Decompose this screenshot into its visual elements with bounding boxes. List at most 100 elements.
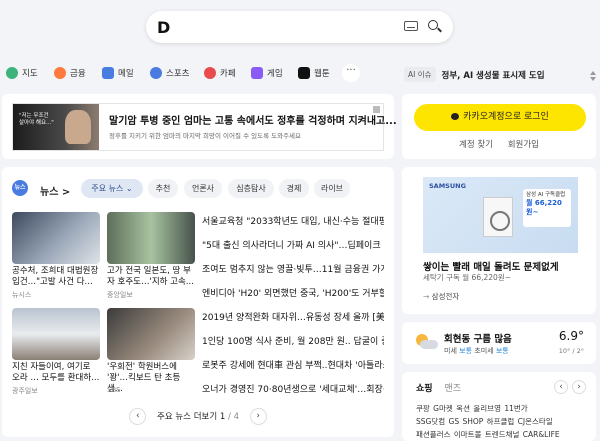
shopping-links-row[interactable]: SSG닷컴 GS SHOP 하프클럽 CJ온스타일 [416, 416, 553, 427]
shortcut-label: 금융 [70, 69, 86, 79]
shortcut-label: 메일 [118, 69, 134, 79]
tab-live[interactable]: 라이브 [314, 179, 350, 198]
login-button-label: 카카오계정으로 로그인 [463, 112, 549, 122]
headline[interactable]: 2019년 양적완화 대자위…유동성 장세 올까 [美증시] [202, 310, 384, 323]
shortcut-label: 스포츠 [166, 69, 190, 79]
subscription-box: 삼성 AI 구독클럽 월 66,220원~ [523, 189, 571, 227]
next-page-button[interactable]: › [249, 408, 267, 425]
keyboard-icon[interactable] [404, 21, 418, 31]
samsung-ad-card[interactable]: SAMSUNG 삼성 AI 구독클럽 월 66,220원~ 쌓이는 빨래 매일 … [402, 167, 596, 314]
issue-text[interactable]: 정부, AI 생성물 표시제 도입 [442, 69, 545, 81]
ad-image: "저는 무조건 살아야 해요..." [13, 104, 99, 150]
shortcut-finance[interactable]: 금융 [54, 64, 86, 82]
shortcut-cafe[interactable]: 카페 [204, 64, 236, 82]
news-card: 뉴스 뉴스 > 주요 뉴스 ⌄ 추천 언론사 심층탐사 경제 라이브 공수처, … [2, 167, 394, 437]
tab-shopping[interactable]: 쇼핑 [416, 384, 433, 394]
kakao-login-button[interactable]: 카카오계정으로 로그인 [414, 104, 586, 131]
news-source: 광주일보 [12, 387, 38, 395]
shortcut-map[interactable]: 지도 [6, 64, 38, 82]
prev-page-button[interactable]: ‹ [129, 408, 147, 425]
webtoon-icon [298, 67, 310, 79]
news-thumb-caption[interactable]: 공수처, 조희대 대법원장 입건…"고발 사건 다... [12, 266, 100, 288]
tab-deep[interactable]: 심층탐사 [228, 179, 274, 198]
page-current: 1 [219, 412, 226, 422]
ad-image-text: "저는 무조건 살아야 해요..." [19, 113, 54, 127]
search-bar[interactable]: D [146, 11, 453, 43]
headline[interactable]: 엔비디아 'H20' 외면했던 중국, 'H200'도 거부할까 [202, 286, 384, 299]
weather-card[interactable]: 회현동 구름 많음 미세 보통 초미세 보통 6.9° 10° / 2° [402, 322, 596, 364]
news-thumb-2[interactable] [107, 212, 195, 264]
news-title[interactable]: 뉴스 > [40, 183, 70, 198]
tab-recommend[interactable]: 추천 [148, 179, 178, 198]
ad-person-image [65, 110, 91, 144]
search-icon[interactable] [428, 20, 438, 30]
news-thumb-1[interactable] [12, 212, 100, 264]
dust-label: 미세 [444, 347, 457, 355]
news-thumb-caption[interactable]: 고가 전국 일본도, 땅 부자 호주도…'지하 고속... [107, 266, 195, 288]
headline[interactable]: 오너가 경영진 70·80년생으로 '세대교체'…회장·부회장 [202, 382, 384, 395]
tab-press[interactable]: 언론사 [184, 179, 222, 198]
shopping-prev-button[interactable]: ‹ [554, 380, 568, 394]
washer-image [483, 197, 513, 237]
temperature: 6.9° [558, 329, 584, 343]
tab-main-news[interactable]: 주요 뉴스 ⌄ [81, 179, 143, 198]
headline[interactable]: "5대 출신 의사라더니 가짜 AI 의사"…딥페이크 허위광고 [202, 238, 384, 251]
daum-logo[interactable]: D [157, 18, 170, 37]
samsung-ad-title[interactable]: 쌓이는 빨래 매일 돌려도 문제없게 [423, 259, 559, 273]
issue-tag: AI 이슈 [404, 67, 436, 82]
subscription-box-price: 월 66,220원~ [526, 199, 562, 217]
headline[interactable]: 조여도 멈추지 않는 영끌·빚투…11월 금융권 가계대출 [202, 262, 384, 275]
samsung-brand[interactable]: 삼성전자 [423, 291, 460, 302]
shopping-tabs: 쇼핑 맨즈 [416, 381, 461, 394]
login-card: 카카오계정으로 로그인 계정 찾기 회원가입 [402, 94, 596, 159]
headline[interactable]: 로봇주 강세에 현대車 관심 부쩍..현대차 '아틀라스' [202, 358, 384, 371]
dust-value: 보통 [459, 347, 473, 355]
news-thumb-3[interactable] [12, 308, 100, 360]
page-total: / 4 [228, 412, 239, 422]
top-ad-card: "저는 무조건 살아야 해요..." 말기암 투병 중인 엄마는 고통 속에서도… [2, 94, 397, 159]
samsung-ad-subtitle: 세탁기 구독 월 66,220원~ [423, 273, 511, 282]
headline[interactable]: 서울교육청 "2033학년도 대입, 내신·수능 절대평가" [202, 214, 384, 227]
tab-mens[interactable]: 맨즈 [444, 384, 461, 394]
samsung-ad-banner[interactable]: SAMSUNG 삼성 AI 구독클럽 월 66,220원~ [423, 177, 578, 253]
shopping-card: 쇼핑 맨즈 ‹ › 쿠팡 G마켓 옥션 올리브영 11번가 SSG닷컴 GS S… [402, 372, 596, 441]
headline[interactable]: 1인당 100명 식사 준비, 월 208만 원.. 답굴이 중국인 [202, 334, 384, 347]
air-quality: 미세 보통 초미세 보통 [444, 346, 509, 356]
news-source: 중앙일보 [107, 291, 133, 299]
more-button[interactable]: ··· [342, 64, 360, 82]
weather-description: 회현동 구름 많음 [444, 334, 512, 345]
shopping-next-button[interactable]: › [572, 380, 586, 394]
more-news-label[interactable]: 주요 뉴스 더보기 [157, 412, 217, 422]
ad-info-icon[interactable] [373, 106, 380, 113]
news-icon: 뉴스 [12, 180, 28, 196]
shopping-links-row[interactable]: 패션플러스 이마트몰 트렌드채널 CAR&LIFE [416, 429, 560, 440]
login-links: 계정 찾기 회원가입 [402, 138, 596, 150]
news-pager: ‹ 주요 뉴스 더보기 1 / 4 › [2, 408, 394, 425]
ultra-dust-value: 보통 [495, 347, 509, 355]
news-source: SBS [107, 386, 121, 394]
news-thumb-4[interactable] [107, 308, 195, 360]
signup-link[interactable]: 회원가입 [508, 140, 539, 150]
samsung-logo: SAMSUNG [429, 182, 466, 190]
ad-subtitle: 정후를 지키기 위한 엄마의 마지막 희망이 이어질 수 있도록 도와주세요 [109, 132, 302, 140]
ai-issue[interactable]: AI 이슈 정부, AI 생성물 표시제 도입 [404, 67, 545, 82]
shortcut-game[interactable]: 게임 [251, 64, 283, 82]
game-icon [251, 67, 263, 79]
top-ad-banner[interactable]: "저는 무조건 살아야 해요..." 말기암 투병 중인 엄마는 고통 속에서도… [12, 103, 397, 151]
ad-title[interactable]: 말기암 투병 중인 엄마는 고통 속에서도 정후를 걱정하며 지켜내고... [109, 112, 397, 127]
shortcut-sports[interactable]: 스포츠 [150, 64, 189, 82]
cloud-icon [420, 340, 438, 349]
shortcut-mail[interactable]: 메일 [102, 64, 134, 82]
finance-icon [54, 67, 66, 79]
find-account-link[interactable]: 계정 찾기 [459, 140, 493, 150]
shortcut-webtoon[interactable]: 웹툰 [298, 64, 330, 82]
tab-economy[interactable]: 경제 [279, 179, 309, 198]
shortcut-label: 지도 [22, 69, 38, 79]
map-icon [6, 67, 18, 79]
temperature-range: 10° / 2° [558, 347, 584, 355]
shortcut-label: 웹툰 [314, 69, 330, 79]
issue-scroll-arrows[interactable] [588, 67, 596, 81]
news-thumb-caption[interactable]: 지친 자들이여, 여기로 오라 … 모두를 환대하... [12, 362, 100, 384]
shopping-links-row[interactable]: 쿠팡 G마켓 옥션 올리브영 11번가 [416, 403, 528, 414]
mail-icon [102, 67, 114, 79]
